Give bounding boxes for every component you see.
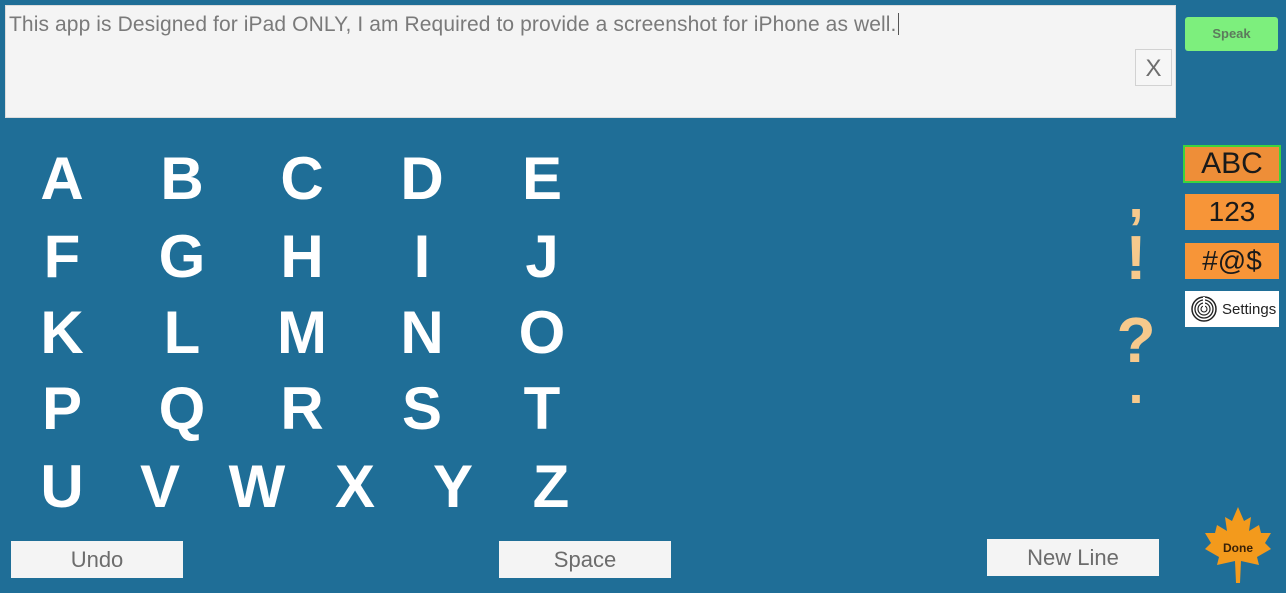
abc-mode-button[interactable]: ABC (1183, 145, 1281, 183)
settings-label: Settings (1222, 300, 1277, 318)
key-v[interactable]: V (120, 457, 200, 517)
text-caret (897, 13, 899, 35)
key-n[interactable]: N (382, 303, 462, 363)
undo-button[interactable]: Undo (11, 541, 183, 578)
key-z[interactable]: Z (511, 457, 591, 517)
key-w[interactable]: W (217, 457, 297, 517)
done-label: Done (1223, 541, 1253, 555)
key-b[interactable]: B (142, 149, 222, 209)
key-f[interactable]: F (22, 227, 102, 287)
clear-button[interactable]: X (1135, 49, 1172, 86)
key-exclamation[interactable]: ! (1116, 228, 1156, 290)
typed-text: This app is Designed for iPad ONLY, I am… (9, 13, 899, 36)
key-d[interactable]: D (382, 149, 462, 209)
key-period[interactable]: . (1116, 358, 1156, 412)
key-p[interactable]: P (22, 379, 102, 439)
key-t[interactable]: T (502, 379, 582, 439)
new-line-button[interactable]: New Line (987, 539, 1159, 576)
symbols-mode-button[interactable]: #@$ (1185, 243, 1279, 279)
key-c[interactable]: C (262, 149, 342, 209)
key-a[interactable]: A (22, 149, 102, 209)
key-u[interactable]: U (22, 457, 102, 517)
settings-spiral-icon (1191, 296, 1217, 322)
key-m[interactable]: M (262, 303, 342, 363)
done-button[interactable]: Done (1203, 505, 1273, 585)
text-input-area[interactable]: This app is Designed for iPad ONLY, I am… (5, 5, 1176, 118)
key-y[interactable]: Y (413, 457, 493, 517)
key-k[interactable]: K (22, 303, 102, 363)
numbers-mode-button[interactable]: 123 (1185, 194, 1279, 230)
key-e[interactable]: E (502, 149, 582, 209)
key-x[interactable]: X (315, 457, 395, 517)
space-button[interactable]: Space (499, 541, 671, 578)
key-r[interactable]: R (262, 379, 342, 439)
key-l[interactable]: L (142, 303, 222, 363)
key-comma[interactable]: , (1116, 172, 1156, 226)
key-g[interactable]: G (142, 227, 222, 287)
key-i[interactable]: I (382, 227, 462, 287)
speak-button[interactable]: Speak (1185, 17, 1278, 51)
key-h[interactable]: H (262, 227, 342, 287)
key-q[interactable]: Q (142, 379, 222, 439)
key-j[interactable]: J (502, 227, 582, 287)
key-s[interactable]: S (382, 379, 462, 439)
key-o[interactable]: O (502, 303, 582, 363)
settings-button[interactable]: Settings (1185, 291, 1279, 327)
